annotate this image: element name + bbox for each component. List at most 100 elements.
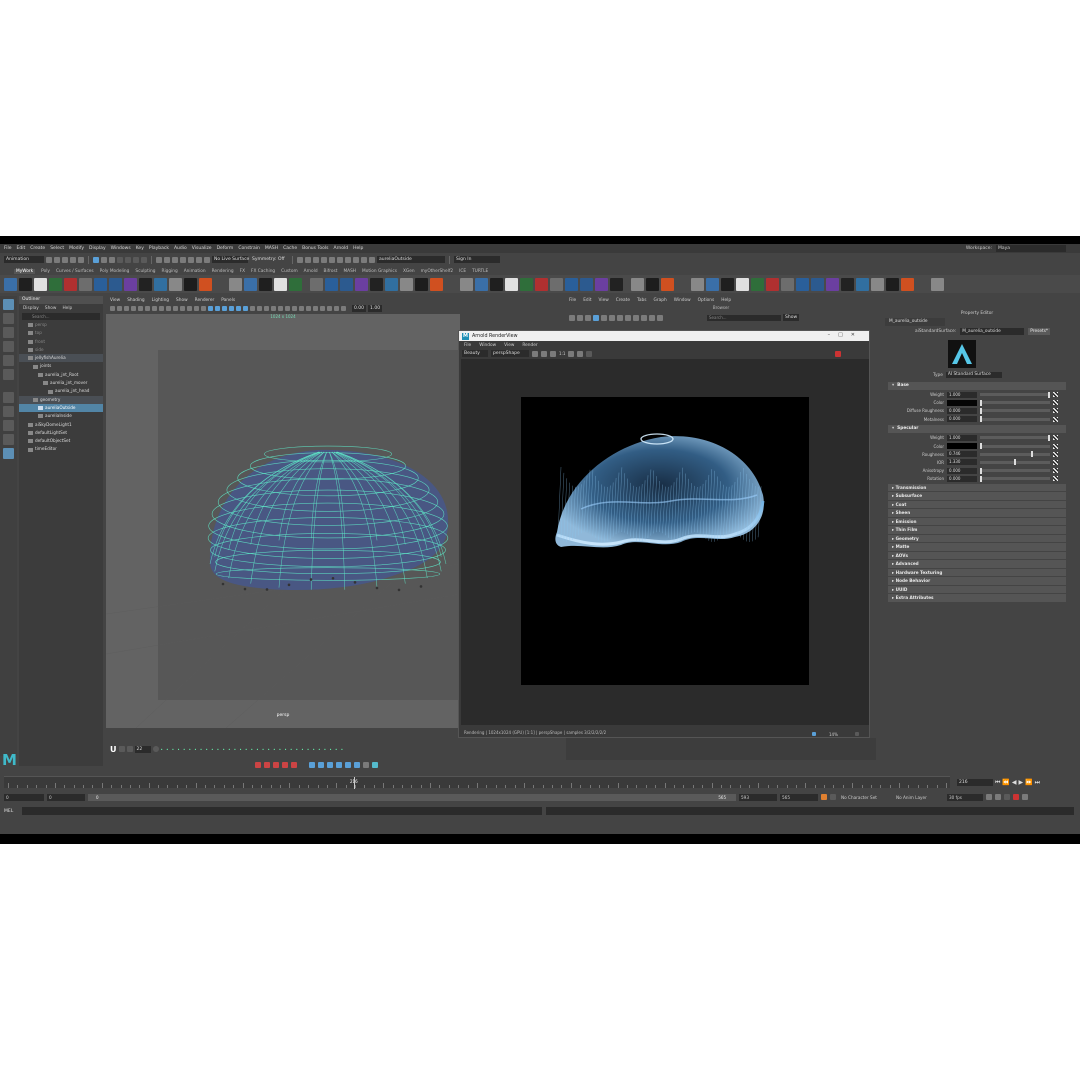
hypershade-menu-help[interactable]: Help xyxy=(721,298,731,303)
attribute-slider[interactable] xyxy=(980,407,1050,414)
hypershade-menu-view[interactable]: View xyxy=(599,298,609,303)
selection-mask-icon[interactable] xyxy=(141,256,147,263)
viewport-menu-lighting[interactable]: Lighting xyxy=(152,298,169,303)
hypershade-menu-graph[interactable]: Graph xyxy=(654,298,667,303)
graph-icon[interactable] xyxy=(336,762,342,768)
shelf-tool-icon[interactable] xyxy=(505,277,518,291)
scale-tool-icon[interactable] xyxy=(3,369,14,380)
shelf-tab-sculpting[interactable]: Sculpting xyxy=(135,269,155,274)
attribute-slider[interactable] xyxy=(980,416,1050,423)
playback-start-field[interactable]: 0 xyxy=(47,793,85,801)
outliner-item[interactable]: aiSkyDomeLight1 xyxy=(19,421,103,429)
menu-playback[interactable]: Playback xyxy=(149,246,169,251)
attribute-value-field[interactable]: 1.000 xyxy=(947,391,977,398)
attribute-value-field[interactable]: 1.000 xyxy=(947,434,977,441)
section-header-coat[interactable]: ▸ Coat xyxy=(888,500,1066,509)
shelf-tool-icon[interactable] xyxy=(79,277,92,291)
section-header-extra-attributes[interactable]: ▸ Extra Attributes xyxy=(888,594,1066,602)
viewport-menu-renderer[interactable]: Renderer xyxy=(195,298,215,303)
hypershade-menu-window[interactable]: Window xyxy=(674,298,691,303)
viewport-tool-icon[interactable] xyxy=(320,306,325,311)
attribute-value-field[interactable]: 0.000 xyxy=(947,467,977,474)
keyframe-icon[interactable] xyxy=(118,746,125,752)
shelf-tool-icon[interactable] xyxy=(355,277,368,291)
viewport-tool-icon[interactable] xyxy=(334,306,339,311)
globe-icon[interactable] xyxy=(569,314,575,321)
camera-icon[interactable] xyxy=(361,256,367,263)
viewport-tool-icon[interactable] xyxy=(243,306,248,311)
jellyfish-wireframe[interactable] xyxy=(106,314,460,728)
anim-layer-dropdown[interactable]: No Anim Layer xyxy=(894,793,944,801)
shelf-tool-icon[interactable] xyxy=(916,277,929,291)
record-icon[interactable] xyxy=(282,762,288,768)
menu-visualize[interactable]: Visualize xyxy=(192,246,212,251)
attribute-value-field[interactable]: 0.000 xyxy=(947,407,977,414)
graph-icon[interactable] xyxy=(327,762,333,768)
viewport-tool-icon[interactable] xyxy=(173,306,178,311)
slider-handle[interactable] xyxy=(1048,391,1050,398)
step-back-key-icon[interactable]: ⏪ xyxy=(1002,779,1009,786)
shelf-tool-icon[interactable] xyxy=(826,277,839,291)
slider-handle[interactable] xyxy=(1048,434,1050,441)
renderview-menu-render[interactable]: Render xyxy=(522,343,537,348)
outliner-item[interactable]: jellyfishAurelia xyxy=(19,354,103,363)
menu-bonus-tools[interactable]: Bonus Tools xyxy=(302,246,328,251)
zoom-fit-icon[interactable] xyxy=(854,732,859,736)
section-header-matte[interactable]: ▸ Matte xyxy=(888,543,1066,551)
shelf-tool-icon[interactable] xyxy=(661,277,674,291)
outliner-item[interactable]: geometry xyxy=(19,395,103,404)
snap-curve-icon[interactable] xyxy=(164,256,170,263)
menu-audio[interactable]: Audio xyxy=(174,246,187,251)
attribute-slider[interactable] xyxy=(980,459,1050,466)
slider-handle[interactable] xyxy=(980,467,982,474)
step-field[interactable]: 22 xyxy=(134,745,151,753)
viewport-tool-icon[interactable] xyxy=(306,306,311,311)
viewport-far-field[interactable]: 1.00 xyxy=(368,305,383,312)
shelf-tab-custom[interactable]: Custom xyxy=(281,269,297,274)
render-canvas[interactable] xyxy=(461,359,869,725)
shelf-tool-icon[interactable] xyxy=(4,277,17,291)
viewport-tool-icon[interactable] xyxy=(180,306,185,311)
character-set-dropdown[interactable]: No Character Set xyxy=(839,793,891,801)
scene-start-field[interactable]: 0 xyxy=(4,793,44,801)
shelf-tab-fx[interactable]: FX xyxy=(240,269,245,274)
move-tool-icon[interactable] xyxy=(3,341,14,352)
select-tool-icon[interactable] xyxy=(3,299,14,310)
viewport-tool-icon[interactable] xyxy=(229,306,234,311)
slider-handle[interactable] xyxy=(1031,451,1033,458)
shelf-tool-icon[interactable] xyxy=(625,278,629,291)
menu-windows[interactable]: Windows xyxy=(111,246,131,251)
shelf-tool-icon[interactable] xyxy=(901,277,914,291)
viewport-tool-icon[interactable] xyxy=(236,306,241,311)
render-settings-icon[interactable] xyxy=(321,256,327,263)
outliner-menu-display[interactable]: Display xyxy=(23,306,39,311)
undo-icon[interactable] xyxy=(70,256,76,263)
viewport-tool-icon[interactable] xyxy=(138,306,143,311)
outliner-item[interactable]: defaultObjectSet xyxy=(19,437,103,445)
tile-icon[interactable] xyxy=(657,314,663,321)
outliner-item[interactable]: aurelia_jnt_Root xyxy=(19,371,103,379)
open-scene-icon[interactable] xyxy=(54,256,60,263)
shelf-tool-icon[interactable] xyxy=(796,277,809,291)
color-swatch[interactable] xyxy=(947,443,977,450)
viewport-tool-icon[interactable] xyxy=(215,306,220,311)
u-shelf-icon[interactable]: U xyxy=(110,745,117,754)
shelf-tab-bifrost[interactable]: Bifrost xyxy=(324,269,338,274)
display-settings-icon[interactable] xyxy=(586,350,593,357)
layout-stack-icon[interactable] xyxy=(3,434,14,445)
outliner-item[interactable]: side xyxy=(19,346,103,354)
shelf-tool-icon[interactable] xyxy=(871,277,884,291)
outliner-item[interactable]: front xyxy=(19,338,103,346)
scene-end-field[interactable]: 565 xyxy=(780,793,818,801)
range-bar[interactable]: 0 565 xyxy=(88,793,736,801)
type-dropdown[interactable]: AI Standard Surface xyxy=(945,372,1002,378)
viewport-tool-icon[interactable] xyxy=(278,306,283,311)
shelf-tool-icon[interactable] xyxy=(751,277,764,291)
shelf-tool-icon[interactable] xyxy=(595,277,608,291)
outliner-menu-help[interactable]: Help xyxy=(62,306,72,311)
material-tab[interactable]: M_aurelia_outside xyxy=(885,318,945,326)
shelf-tool-icon[interactable] xyxy=(580,277,593,291)
slider-handle[interactable] xyxy=(1014,459,1016,466)
shelf-tool-icon[interactable] xyxy=(736,277,749,291)
hypershade-show-button[interactable]: Show xyxy=(783,314,800,321)
